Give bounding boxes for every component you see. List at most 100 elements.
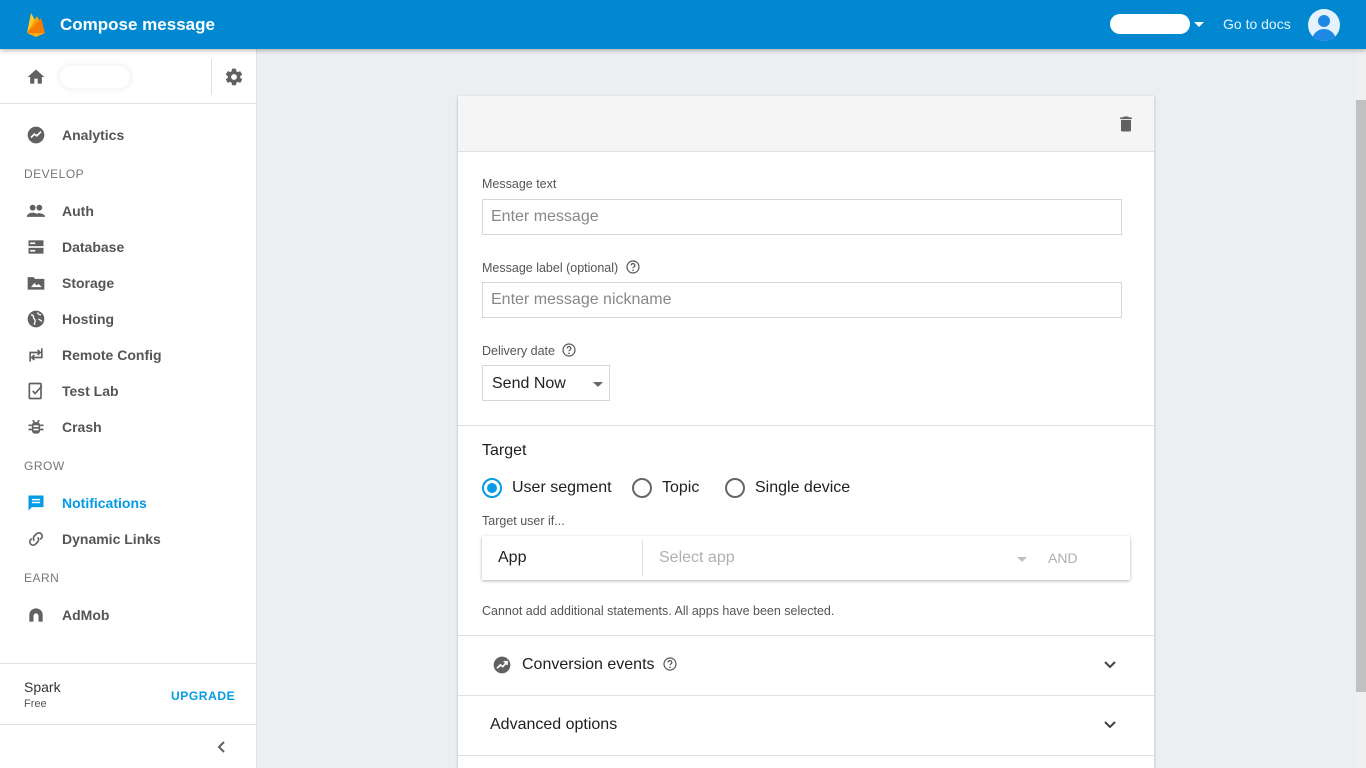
message-text-input[interactable] [482, 199, 1122, 235]
go-to-docs-link[interactable]: Go to docs [1223, 16, 1291, 32]
section-grow: GROW [24, 459, 65, 473]
sidebar-item-label: Crash [62, 419, 102, 435]
storage-icon [27, 277, 45, 290]
radio-label: Topic [662, 479, 700, 496]
account-dropdown-icon[interactable] [1194, 22, 1204, 27]
sidebar-item-label: Remote Config [62, 347, 162, 363]
analytics-icon [27, 126, 45, 144]
sidebar-item-label: Storage [62, 275, 115, 291]
delivery-date-label: Delivery date [482, 344, 555, 358]
condition-field: App [498, 549, 527, 566]
sidebar-item-remote-config[interactable]: Remote Config [0, 337, 256, 373]
target-condition-row: App Select app AND [482, 536, 1130, 580]
sidebar-item-crash[interactable]: Crash [0, 409, 256, 445]
plan-name: Spark [24, 679, 61, 695]
message-label-field-label: Message label (optional) [482, 260, 640, 275]
select-app-dropdown[interactable]: Select app [659, 549, 735, 567]
message-label-input[interactable] [482, 282, 1122, 318]
radio-circle [482, 478, 502, 498]
conversion-events-expander[interactable]: Conversion events [458, 635, 1154, 695]
message-icon [28, 495, 44, 511]
radio-circle [725, 478, 745, 498]
test-lab-icon [28, 382, 43, 400]
sidebar-item-label: Analytics [62, 127, 125, 143]
remote-config-icon [29, 348, 43, 362]
avatar-head [1318, 15, 1330, 27]
radio-circle [632, 478, 652, 498]
plan-tier: Free [24, 698, 47, 710]
scrollbar-thumb[interactable] [1356, 100, 1366, 692]
account-name[interactable] [1110, 14, 1190, 34]
sidebar-item-notifications[interactable]: Notifications [0, 485, 256, 521]
project-name[interactable] [60, 66, 130, 88]
conversion-events-title: Conversion events [522, 656, 677, 674]
sidebar-item-auth[interactable]: Auth [0, 193, 256, 229]
sidebar-item-label: Notifications [62, 495, 147, 511]
sidebar-item-label: Auth [62, 203, 94, 219]
advanced-options-expander[interactable]: Advanced options [458, 695, 1154, 755]
trash-icon[interactable] [1116, 114, 1136, 134]
help-icon[interactable] [562, 343, 577, 357]
sidebar-item-analytics[interactable]: Analytics [0, 117, 256, 153]
sidebar-header [0, 49, 256, 104]
message-label-text: Message label (optional) [482, 261, 619, 275]
sidebar-item-dynamic-links[interactable]: Dynamic Links [0, 521, 256, 557]
divider [211, 59, 212, 95]
sidebar-item-test-lab[interactable]: Test Lab [0, 373, 256, 409]
conversion-icon [493, 656, 511, 674]
divider [458, 755, 1154, 756]
target-note: Cannot add additional statements. All ap… [482, 604, 835, 618]
chevron-left-icon[interactable] [214, 739, 230, 755]
database-icon [28, 240, 44, 254]
compose-card: Message text Message label (optional) De… [458, 96, 1154, 768]
advanced-options-title: Advanced options [490, 716, 618, 733]
section-develop: DEVELOP [24, 167, 85, 181]
avatar-body [1312, 29, 1336, 41]
help-icon[interactable] [663, 657, 677, 671]
target-title: Target [482, 442, 527, 459]
help-icon[interactable] [626, 260, 640, 274]
delivery-date-select[interactable]: Send Now [482, 365, 610, 401]
message-text-label: Message text [482, 177, 557, 191]
sidebar-item-hosting[interactable]: Hosting [0, 301, 256, 337]
sidebar: Analytics DEVELOP Auth Database Storage … [0, 49, 257, 768]
section-earn: EARN [24, 571, 60, 585]
upgrade-button[interactable]: UPGRADE [171, 689, 235, 703]
radio-single-device[interactable]: Single device [725, 477, 855, 499]
sidebar-item-label: Test Lab [62, 383, 119, 399]
card-header [458, 96, 1154, 152]
top-app-bar: Compose message Go to docs [0, 0, 1366, 49]
radio-label: User segment [512, 479, 612, 496]
radio-topic[interactable]: Topic [632, 477, 712, 499]
target-hint: Target user if... [482, 514, 565, 528]
sidebar-item-storage[interactable]: Storage [0, 265, 256, 301]
dropdown-caret-icon [593, 382, 603, 387]
chevron-down-icon[interactable] [1102, 657, 1118, 673]
radio-user-segment[interactable]: User segment [482, 477, 612, 499]
conversion-events-label: Conversion events [522, 656, 655, 673]
bug-icon [28, 419, 44, 434]
divider [458, 425, 1154, 426]
sidebar-item-label: Dynamic Links [62, 531, 161, 547]
firebase-logo-icon[interactable] [24, 11, 48, 37]
people-icon [26, 204, 46, 217]
gear-icon[interactable] [224, 67, 244, 87]
plan-panel: Spark Free UPGRADE [0, 663, 256, 725]
home-icon[interactable] [26, 67, 46, 87]
delivery-date-value: Send Now [492, 375, 566, 392]
avatar[interactable] [1308, 9, 1340, 41]
sidebar-item-label: AdMob [62, 607, 110, 623]
divider [642, 540, 643, 576]
sidebar-item-admob[interactable]: AdMob [0, 597, 256, 633]
chevron-down-icon[interactable] [1102, 717, 1118, 733]
globe-icon [27, 310, 45, 328]
sidebar-item-database[interactable]: Database [0, 229, 256, 265]
dropdown-caret-icon[interactable] [1017, 557, 1027, 562]
sidebar-item-label: Database [62, 239, 125, 255]
admob-icon [29, 608, 43, 622]
delivery-date-field-label: Delivery date [482, 343, 577, 358]
link-icon [29, 532, 43, 546]
sidebar-item-label: Hosting [62, 311, 115, 327]
page-title: Compose message [60, 15, 215, 34]
and-button[interactable]: AND [1048, 550, 1078, 566]
